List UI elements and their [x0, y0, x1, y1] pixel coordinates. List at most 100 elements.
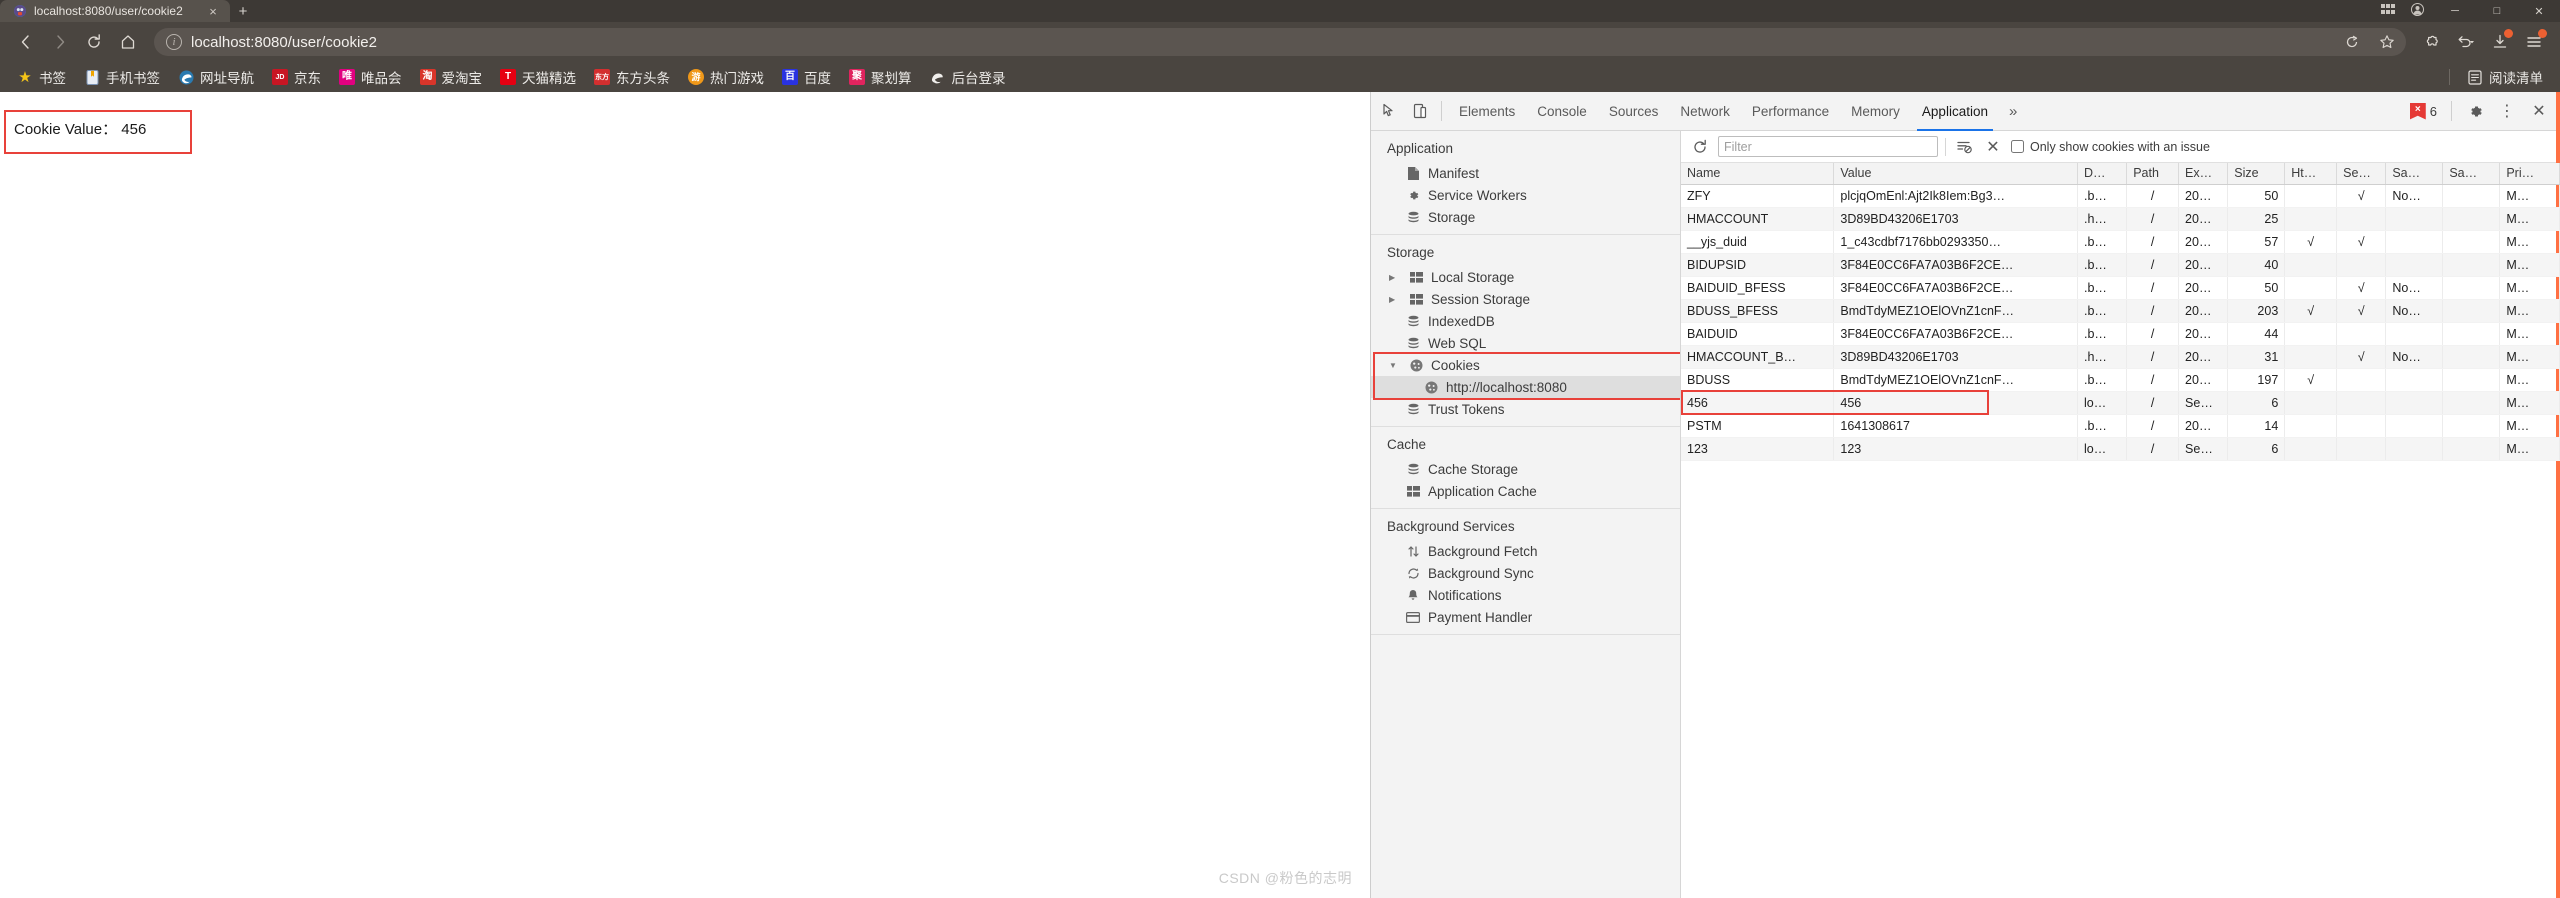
cookies-column-header[interactable]: Name	[1681, 163, 1835, 185]
error-count-badge[interactable]: × 6	[2408, 102, 2443, 121]
sidebar-item-cookies[interactable]: ▼ Cookies	[1371, 354, 1680, 376]
extensions-puzzle-icon[interactable]	[2416, 27, 2448, 57]
sidebar-item-local-storage[interactable]: ▶ Local Storage	[1371, 266, 1680, 288]
browser-menu-icon[interactable]	[2518, 27, 2550, 57]
refresh-cookies-icon[interactable]	[1689, 136, 1711, 158]
table-row[interactable]: BDUSS_BFESS BmdTdyMEZ1OElOVnZ1cnF… .b…/20……	[1681, 299, 2560, 323]
sidebar-item-notifications[interactable]: Notifications	[1371, 584, 1680, 606]
devtools-tab-console[interactable]: Console	[1526, 92, 1598, 131]
table-row[interactable]: BIDUPSID 3F84E0CC6FA7A03B6F2CE… .b…/20… 40 M…	[1681, 253, 2560, 277]
sidebar-item-application-cache[interactable]: Application Cache	[1371, 480, 1680, 502]
sidebar-item-storage[interactable]: Storage	[1371, 206, 1680, 228]
device-toolbar-icon[interactable]	[1405, 96, 1435, 126]
home-button[interactable]	[112, 27, 144, 57]
table-row[interactable]: HMACCOUNT_B… 3D89BD43206E1703 .h…/20… 31 √ No…	[1681, 345, 2560, 369]
back-button[interactable]	[10, 27, 42, 57]
bookmark-item[interactable]: ★ 书签	[8, 64, 75, 90]
reload-button[interactable]	[78, 27, 110, 57]
sidebar-item-trust-tokens[interactable]: Trust Tokens	[1371, 398, 1680, 420]
table-row[interactable]: PSTM 1641308617 .b…/20… 14 M…	[1681, 414, 2560, 438]
sidebar-item-background-fetch[interactable]: Background Fetch	[1371, 540, 1680, 562]
bookmark-item[interactable]: 淘爱淘宝	[411, 64, 492, 90]
table-row[interactable]: __yjs_duid 1_c43cdbf7176bb0293350… .b…/20……	[1681, 230, 2560, 254]
chevron-right-icon[interactable]: ▶	[1389, 295, 1401, 304]
table-row[interactable]: 123 123 lo… / Se… 6 M…	[1681, 437, 2560, 461]
bookmark-item[interactable]: JD 京东	[263, 64, 330, 90]
inspect-element-icon[interactable]	[1375, 96, 1405, 126]
cookies-column-header[interactable]: Pri…	[2499, 163, 2560, 185]
devtools-tab-performance[interactable]: Performance	[1741, 92, 1840, 131]
table-row[interactable]: ZFY plcjqOmEnl:Ajt2Ik8Iem:Bg3… .b…/20… 50 √ N…	[1681, 184, 2560, 208]
devtools-tab-memory[interactable]: Memory	[1840, 92, 1911, 131]
delete-all-cookies-icon[interactable]: ✕	[1982, 136, 2004, 158]
table-row[interactable]: BAIDUID_BFESS 3F84E0CC6FA7A03B6F2CE… .b…/2…	[1681, 276, 2560, 300]
devtools-close-icon[interactable]: ✕	[2524, 96, 2554, 126]
sidebar-item-service-workers[interactable]: Service Workers	[1371, 184, 1680, 206]
reading-list-button[interactable]: 阅读清单	[2458, 64, 2552, 90]
bookmark-item[interactable]: 唯唯品会	[330, 64, 411, 90]
window-maximize-button[interactable]: □	[2476, 0, 2518, 22]
cookies-column-header[interactable]: D…	[2077, 163, 2128, 185]
arrows-updown-icon	[1405, 545, 1421, 558]
table-row[interactable]: BAIDUID 3F84E0CC6FA7A03B6F2CE… .b…/20… 44 M…	[1681, 322, 2560, 346]
new-tab-button[interactable]: +	[230, 0, 256, 22]
table-row[interactable]: BDUSS BmdTdyMEZ1OElOVnZ1cnF… .b…/20… 197 √ M…	[1681, 368, 2560, 392]
only-issues-checkbox[interactable]	[2011, 140, 2024, 153]
devtools-tab-sources[interactable]: Sources	[1598, 92, 1670, 131]
address-bar[interactable]: i localhost:8080/user/cookie2	[154, 28, 2406, 56]
only-issues-checkbox-row[interactable]: Only show cookies with an issue	[2011, 140, 2210, 154]
tab-close-icon[interactable]: ×	[206, 5, 220, 18]
devtools-tab-network[interactable]: Network	[1669, 92, 1741, 131]
bookmark-item[interactable]: T 天猫精选	[491, 64, 585, 90]
sidebar-item-background-sync[interactable]: Background Sync	[1371, 562, 1680, 584]
cookies-filter-input[interactable]	[1718, 136, 1938, 157]
sidebar-item-cache-storage[interactable]: Cache Storage	[1371, 458, 1680, 480]
bookmark-star-icon[interactable]	[2374, 31, 2400, 53]
sidebar-item-web-sql[interactable]: Web SQL	[1371, 332, 1680, 354]
cookies-column-header[interactable]: Size	[2227, 163, 2286, 185]
window-minimize-button[interactable]: ─	[2434, 0, 2476, 22]
table-row[interactable]: HMACCOUNT 3D89BD43206E1703 .h…/20… 25 M…	[1681, 207, 2560, 231]
more-tabs-icon[interactable]: »	[1999, 103, 2027, 120]
settings-gear-icon[interactable]	[2460, 96, 2490, 126]
bookmark-item[interactable]: 游热门游戏	[679, 64, 773, 90]
cookies-column-header[interactable]: Value	[1833, 163, 2078, 185]
sidebar-item-http-localhost-8080[interactable]: http://localhost:8080	[1371, 376, 1680, 398]
titlebar-user-icon[interactable]	[2411, 3, 2424, 19]
sidebar-item-indexeddb[interactable]: IndexedDB	[1371, 310, 1680, 332]
cookies-column-header[interactable]: Ht…	[2284, 163, 2338, 185]
cookies-column-header[interactable]: Sa…	[2442, 163, 2501, 185]
cookies-column-header[interactable]: Ex…	[2178, 163, 2229, 185]
cookies-column-header[interactable]: Sa…	[2385, 163, 2444, 185]
bookmark-item[interactable]: 手机书签	[75, 64, 169, 90]
bookmark-item[interactable]: 东方 东方头条	[585, 64, 679, 90]
table-row[interactable]: 456 456 lo… / Se… 6 M…	[1681, 391, 2560, 415]
forward-button[interactable]	[44, 27, 76, 57]
sidebar-item-session-storage[interactable]: ▶ Session Storage	[1371, 288, 1680, 310]
cookies-column-header[interactable]: Se…	[2336, 163, 2387, 185]
titlebar-grid-icon[interactable]	[2381, 4, 2395, 18]
devtools-kebab-menu-icon[interactable]: ⋮	[2492, 96, 2522, 126]
chevron-down-icon[interactable]: ▼	[1389, 361, 1401, 370]
devtools-tab-application[interactable]: Application	[1911, 92, 1999, 131]
downloads-icon[interactable]	[2484, 27, 2516, 57]
bookmark-item[interactable]: 网址导航	[169, 64, 263, 90]
chevron-right-icon[interactable]: ▶	[1389, 273, 1401, 282]
cookies-column-header[interactable]: Path	[2126, 163, 2180, 185]
sidebar-item-payment-handler[interactable]: Payment Handler	[1371, 606, 1680, 628]
share-icon[interactable]	[2339, 31, 2365, 53]
sidebar-item-manifest[interactable]: Manifest	[1371, 162, 1680, 184]
window-close-button[interactable]: ✕	[2518, 0, 2560, 22]
cookies-cell-value: 3F84E0CC6FA7A03B6F2CE…	[1833, 253, 2078, 277]
browser-tab-active[interactable]: localhost:8080/user/cookie2 ×	[0, 0, 230, 22]
bookmark-item[interactable]: 聚聚划算	[840, 64, 921, 90]
site-info-icon[interactable]: i	[166, 34, 182, 50]
devtools-tab-elements[interactable]: Elements	[1448, 92, 1526, 131]
bookmark-item[interactable]: 百百度	[773, 64, 840, 90]
cookies-cell-expires: 20…	[2178, 253, 2229, 277]
cookies-cell-name: BAIDUID	[1681, 322, 1835, 346]
clear-filtered-cookies-icon[interactable]	[1953, 136, 1975, 158]
bookmark-item[interactable]: 后台登录	[921, 64, 1015, 90]
history-undo-icon[interactable]	[2450, 27, 2482, 57]
cookies-table-wrap[interactable]: Name Value D… Path Ex… Size Ht… Se… Sa… Sa… Pri… Z…	[1681, 163, 2560, 898]
